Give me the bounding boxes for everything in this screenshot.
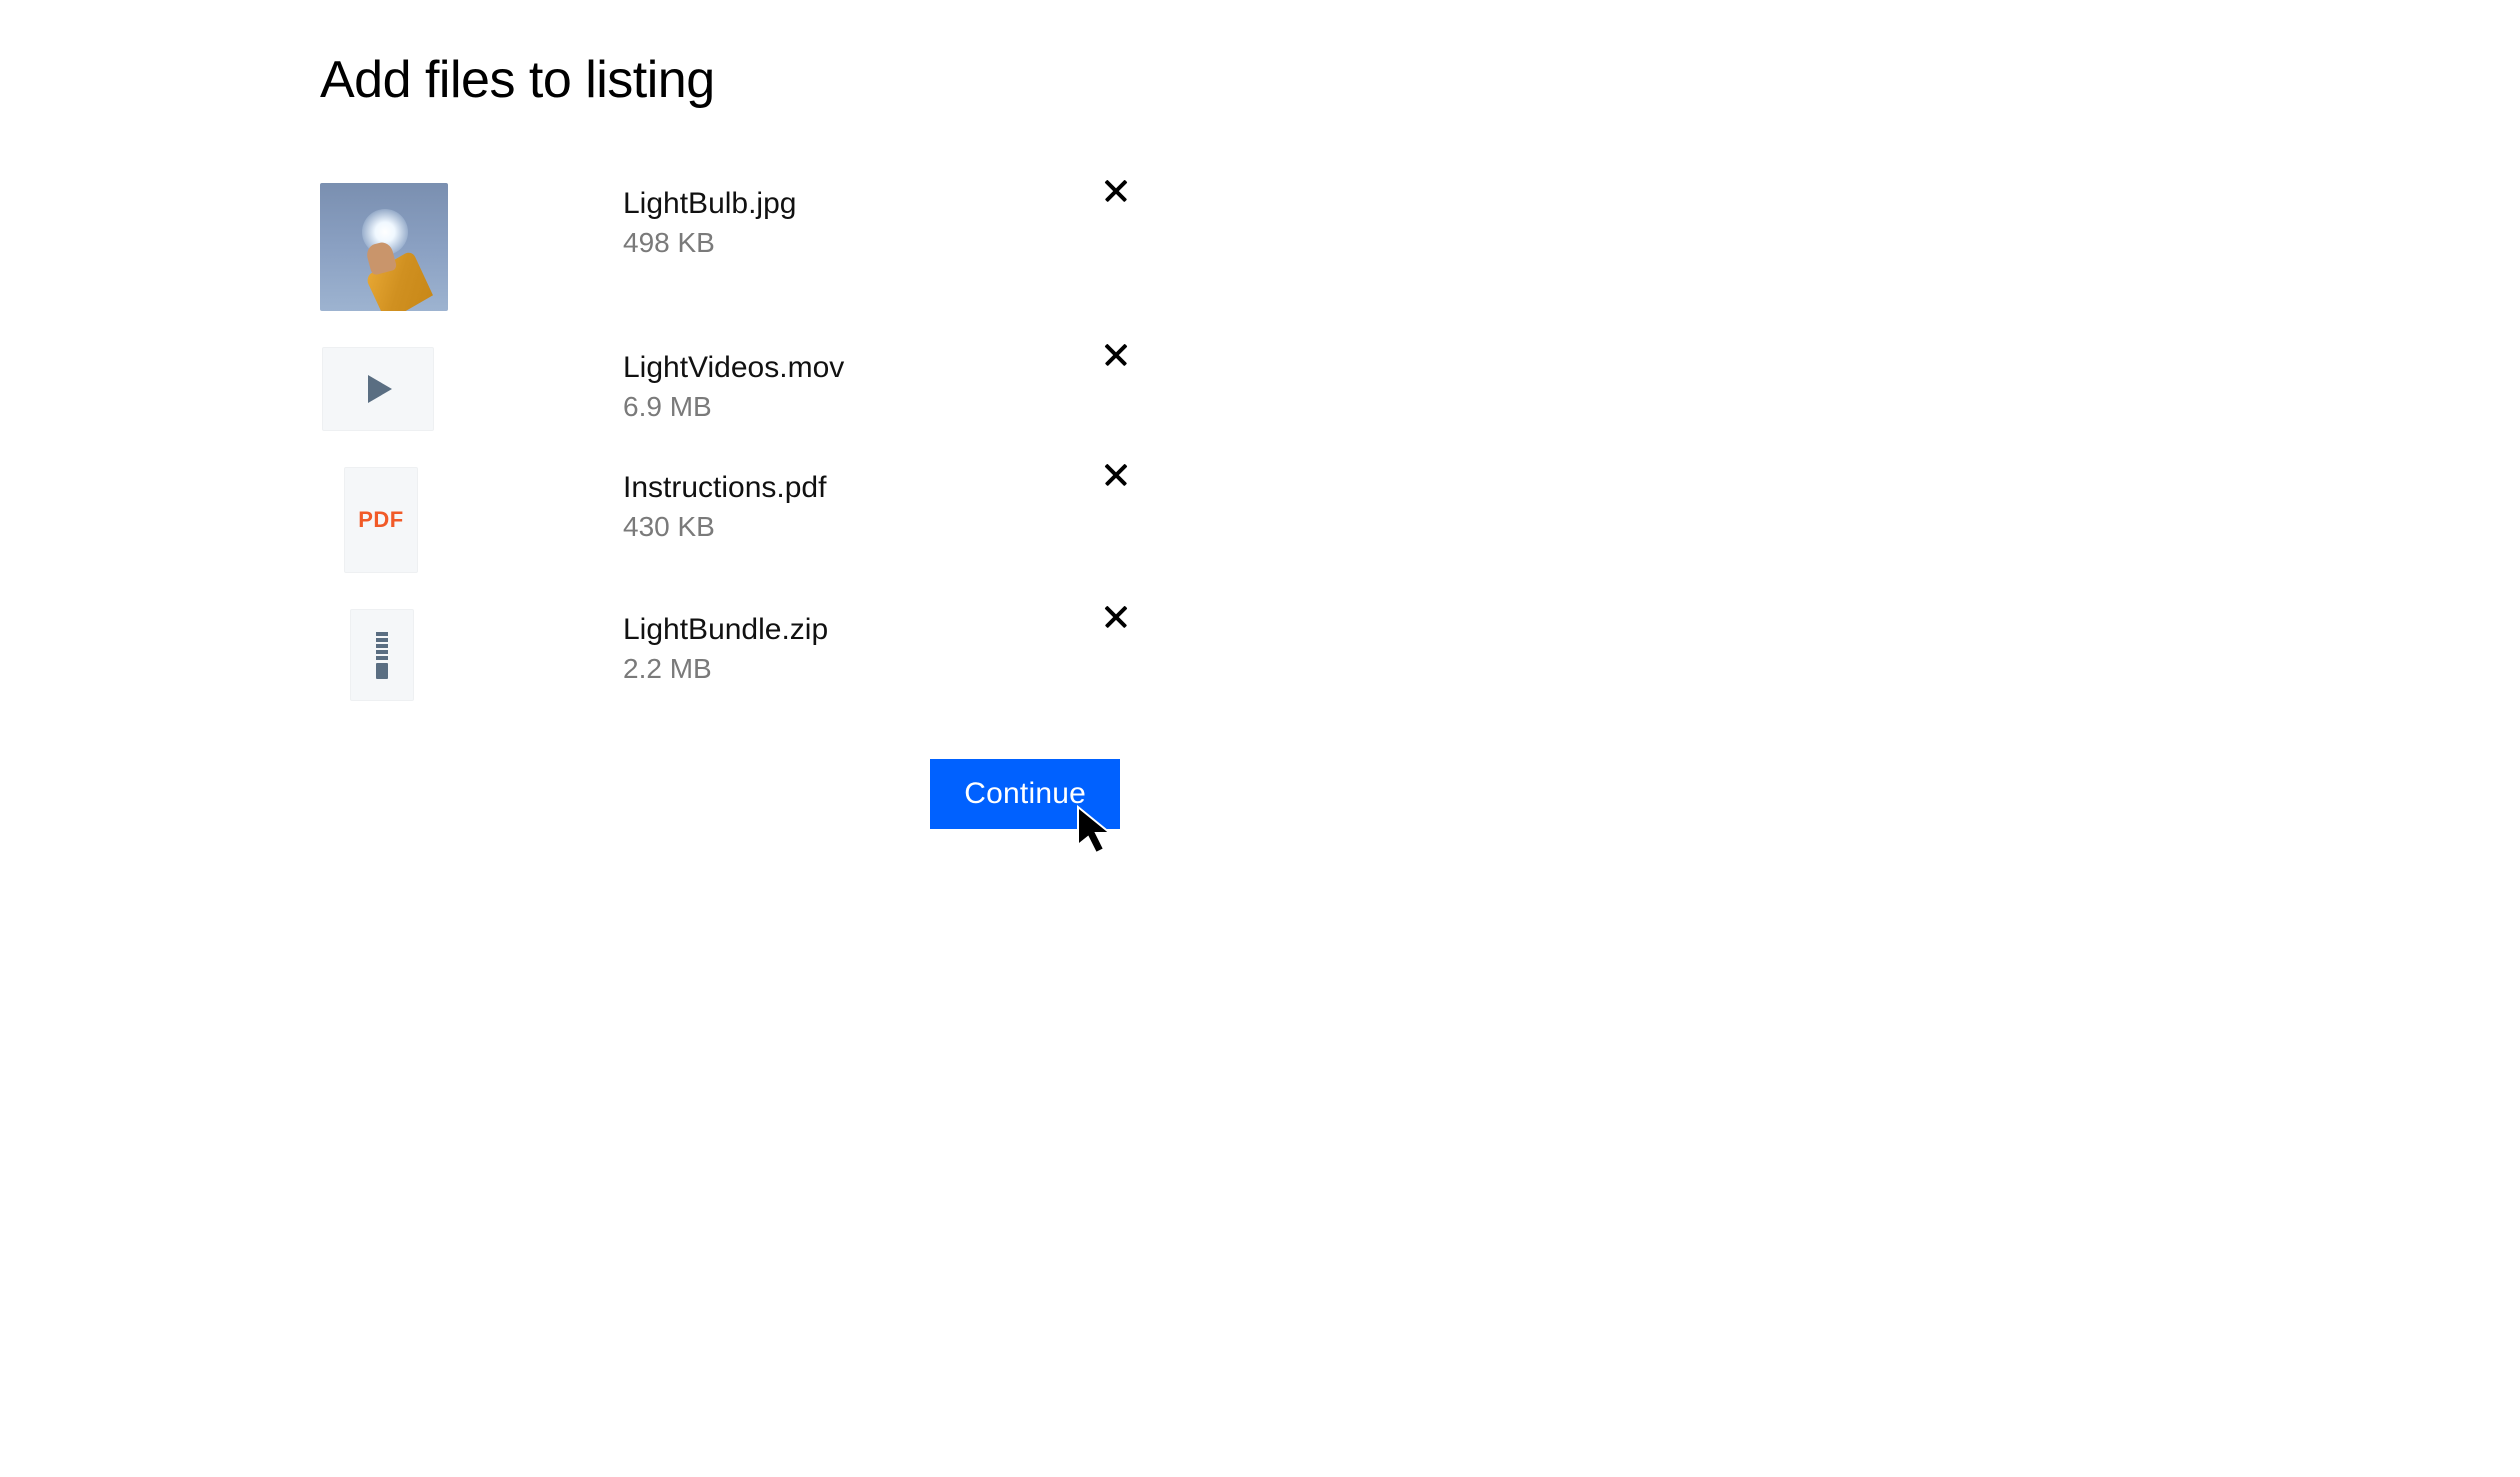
file-size: 6.9 MB — [623, 391, 1084, 423]
remove-file-button[interactable] — [1084, 469, 1120, 505]
file-row: LightBulb.jpg 498 KB — [320, 165, 1120, 329]
play-icon — [368, 375, 392, 403]
remove-file-button[interactable] — [1084, 349, 1120, 385]
remove-file-button[interactable] — [1084, 185, 1120, 221]
pdf-thumbnail: PDF — [344, 467, 418, 573]
file-size: 430 KB — [623, 511, 1084, 543]
pdf-icon: PDF — [358, 507, 404, 533]
file-row: LightBundle.zip 2.2 MB — [320, 591, 1120, 719]
zip-thumbnail — [350, 609, 414, 701]
zip-icon — [376, 632, 388, 679]
image-thumbnail — [320, 183, 448, 311]
dialog-footer: Continue — [320, 759, 1120, 829]
file-size: 2.2 MB — [623, 653, 1084, 685]
file-size: 498 KB — [623, 227, 1084, 259]
upload-dialog: Add files to listing LightBulb.jpg 498 K… — [320, 50, 1120, 829]
remove-file-button[interactable] — [1084, 611, 1120, 647]
close-icon — [1088, 615, 1116, 643]
close-icon — [1088, 473, 1116, 501]
file-list: LightBulb.jpg 498 KB LightVideos.mov 6.9… — [320, 165, 1120, 719]
close-icon — [1088, 189, 1116, 217]
video-thumbnail — [322, 347, 434, 431]
dialog-title: Add files to listing — [320, 50, 1120, 110]
close-icon — [1088, 353, 1116, 381]
file-name: LightBulb.jpg — [623, 187, 1084, 221]
file-row: LightVideos.mov 6.9 MB — [320, 329, 1120, 449]
file-name: LightVideos.mov — [623, 351, 1084, 385]
file-name: LightBundle.zip — [623, 613, 1084, 647]
continue-button[interactable]: Continue — [930, 759, 1120, 829]
file-row: PDF Instructions.pdf 430 KB — [320, 449, 1120, 591]
file-name: Instructions.pdf — [623, 471, 1084, 505]
